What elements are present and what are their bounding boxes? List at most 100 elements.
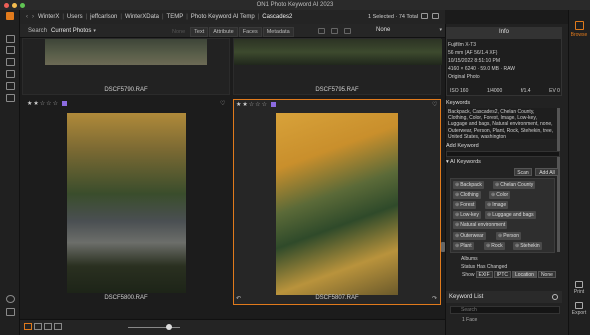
thumbnail-cell[interactable]: DSCF5800.RAF xyxy=(22,99,230,305)
chip-label: Image xyxy=(492,202,507,208)
add-source-icon[interactable] xyxy=(6,35,15,43)
breadcrumb-keyword-temp[interactable]: Photo Keyword AI Temp xyxy=(191,14,255,20)
metadata-show-row: Show EXIF IPTC Location None xyxy=(462,271,556,278)
cloud-icon[interactable] xyxy=(6,82,15,90)
add-all-button[interactable]: Add All xyxy=(535,168,559,176)
show-none-button[interactable]: None xyxy=(537,271,556,278)
sort-dropdown[interactable]: None ▾ xyxy=(376,27,444,33)
show-iptc-button[interactable]: IPTC xyxy=(493,271,512,278)
keywords-text[interactable]: Backpack, Cascades2, Chelan County, Clot… xyxy=(446,108,557,140)
user-icon[interactable] xyxy=(6,295,15,303)
breadcrumb-winterx[interactable]: WinterX xyxy=(38,14,59,20)
tab-metadata[interactable]: Metadata xyxy=(262,27,294,37)
color-label-badge xyxy=(270,102,276,107)
copy-icon[interactable] xyxy=(331,28,338,34)
star-rating[interactable]: ★ ★ ☆ ☆ ☆ xyxy=(236,101,276,108)
chip-label: Rock xyxy=(491,243,503,249)
camera-model: Fujifilm X-T3 xyxy=(448,42,477,48)
keywords-title: Keywords xyxy=(446,100,471,106)
ai-keyword-chip[interactable]: ⊕Image xyxy=(485,201,509,209)
compare-view-icon[interactable] xyxy=(54,323,62,330)
star-icon: ☆ xyxy=(248,102,255,108)
tab-text[interactable]: Text xyxy=(190,27,209,37)
selection-count: 1 Selected · 74 Total xyxy=(368,14,419,20)
breadcrumb-winterxdata[interactable]: WinterXData xyxy=(125,14,159,20)
folder-icon[interactable] xyxy=(421,13,428,19)
chip-label: Plant xyxy=(460,243,472,249)
search-scope-dropdown[interactable]: Current Photos ▾ xyxy=(51,28,96,34)
thumbnail-filename: DSCF5790.RAF xyxy=(104,87,148,93)
show-exif-button[interactable]: EXIF xyxy=(475,271,493,278)
add-keyword-input[interactable] xyxy=(446,151,560,157)
add-icon: ⊕ xyxy=(498,233,503,239)
keyword-search-input[interactable]: Search xyxy=(450,306,560,314)
tab-attribute[interactable]: Attribute xyxy=(209,27,238,37)
ai-keyword-chip[interactable]: ⊕Chelan County xyxy=(493,181,536,189)
ai-keyword-chip[interactable]: ⊕Plant xyxy=(453,242,474,250)
ai-keyword-chip[interactable]: ⊕Luggage and bags xyxy=(485,211,536,219)
tab-faces[interactable]: Faces xyxy=(238,27,262,37)
print-button[interactable]: Print xyxy=(569,281,589,295)
show-label: Show xyxy=(462,271,475,278)
heart-icon[interactable]: ♡ xyxy=(432,101,437,108)
brightness-icon[interactable] xyxy=(344,28,351,34)
ai-keyword-chip[interactable]: ⊕Natural environment xyxy=(453,221,508,229)
display-icon[interactable] xyxy=(6,46,15,54)
slider-handle[interactable] xyxy=(166,324,172,330)
breadcrumb-jeffcarlson[interactable]: jeffcarlson xyxy=(90,14,117,20)
thumbnail-cell[interactable]: DSCF5795.RAF xyxy=(233,38,442,95)
path-actions xyxy=(421,13,439,19)
breadcrumb-cascades2[interactable]: Cascades2 xyxy=(262,14,292,20)
export-button[interactable]: Export xyxy=(569,302,589,316)
forward-button[interactable]: › xyxy=(32,14,34,20)
image-size: 4160 × 6240 · 59.0 MB · RAW xyxy=(448,66,515,72)
ai-keyword-chip[interactable]: ⊕Forest xyxy=(453,201,477,209)
show-location-button[interactable]: Location xyxy=(512,271,537,278)
new-folder-icon[interactable] xyxy=(432,13,439,19)
camera-icon[interactable] xyxy=(6,58,15,66)
back-button[interactable]: ‹ xyxy=(26,14,28,20)
gear-icon[interactable] xyxy=(552,294,558,300)
filter-icon[interactable] xyxy=(318,28,325,34)
detail-view-icon[interactable] xyxy=(34,323,42,330)
chip-label: Luggage and bags xyxy=(492,212,534,218)
add-icon: ⊕ xyxy=(495,182,500,188)
ai-keyword-chip[interactable]: ⊕Low-key xyxy=(453,211,481,219)
album-icon[interactable] xyxy=(6,94,15,102)
rotate-left-icon[interactable]: ↶ xyxy=(236,295,241,302)
browse-button[interactable]: Browse xyxy=(569,21,589,38)
add-icon: ⊕ xyxy=(455,212,460,218)
ai-keywords-label: AI Keywords xyxy=(450,159,481,165)
breadcrumb-temp[interactable]: TEMP xyxy=(167,14,184,20)
breadcrumb-separator: | xyxy=(257,14,260,20)
keyword-list-item[interactable]: 1 Face xyxy=(462,317,477,323)
thumbnail-size-slider[interactable] xyxy=(128,327,180,328)
panel-scrollbar[interactable] xyxy=(557,108,560,252)
filmstrip-view-icon[interactable] xyxy=(44,323,52,330)
aperture-value: f/1.4 xyxy=(520,88,531,94)
add-icon: ⊕ xyxy=(455,222,460,228)
photo-origin: Original Photo xyxy=(448,74,480,80)
thumbnail-cell-selected[interactable]: ★ ★ ☆ ☆ ☆ ♡ DSCF5807.RAF ↶ ↷ xyxy=(233,99,441,305)
scan-button[interactable]: Scan xyxy=(514,168,532,176)
ev-value: EV 0 xyxy=(549,88,560,94)
settings-icon[interactable] xyxy=(6,308,15,316)
keyword-list-header[interactable]: Keyword List xyxy=(446,291,562,303)
folder-icon[interactable] xyxy=(6,70,15,78)
tab-none[interactable]: None xyxy=(168,27,189,37)
ai-keyword-chip[interactable]: ⊕Color xyxy=(489,191,511,199)
print-label: Print xyxy=(573,289,585,295)
ai-keyword-chip[interactable]: ⊕Clothing xyxy=(453,191,481,199)
add-icon: ⊕ xyxy=(487,202,492,208)
ai-keyword-chip[interactable]: ⊕Outerwear xyxy=(453,232,486,240)
add-icon: ⊕ xyxy=(455,233,460,239)
breadcrumb-users[interactable]: Users xyxy=(67,14,83,20)
grid-view-icon[interactable] xyxy=(24,323,32,330)
ai-keyword-chip[interactable]: ⊕Rock xyxy=(484,242,505,250)
rotate-right-icon[interactable]: ↷ xyxy=(432,295,437,302)
info-tab[interactable]: Info xyxy=(446,27,562,38)
ai-keyword-chip[interactable]: ⊕Stehekin xyxy=(513,242,542,250)
ai-keyword-chip[interactable]: ⊕Backpack xyxy=(453,181,484,189)
ai-keyword-chip[interactable]: ⊕Person xyxy=(496,232,522,240)
thumbnail-cell[interactable]: DSCF5790.RAF xyxy=(22,38,230,95)
